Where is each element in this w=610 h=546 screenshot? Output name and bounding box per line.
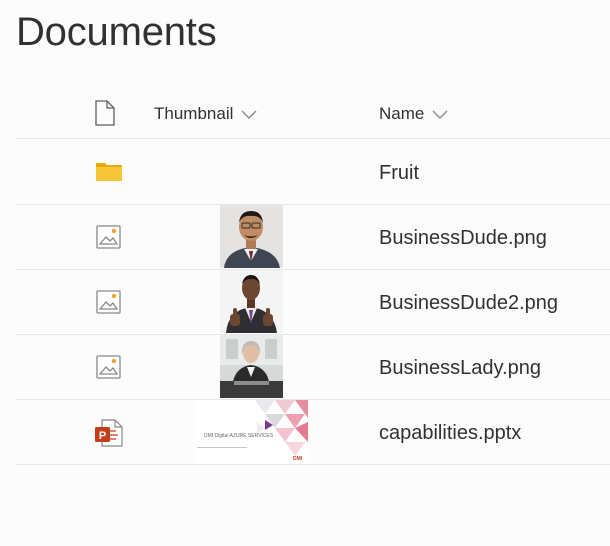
file-type-column-icon[interactable] xyxy=(94,100,116,126)
list-item-name[interactable]: Fruit xyxy=(379,162,419,185)
powerpoint-file-icon: P xyxy=(94,419,124,452)
column-header-name-label: Name xyxy=(379,104,425,123)
list-item-name[interactable]: BusinessLady.png xyxy=(379,357,541,380)
thumbnail-image[interactable]: DMI Digital AZURE SERVICES DMI xyxy=(195,400,308,463)
list-item-name[interactable]: BusinessDude2.png xyxy=(379,292,558,315)
list-item-name[interactable]: capabilities.pptx xyxy=(379,422,521,445)
list-item-image[interactable]: BusinessDude.png xyxy=(16,205,610,270)
folder-icon xyxy=(95,162,123,187)
list-item-image[interactable]: BusinessLady.png xyxy=(16,335,610,400)
pptx-thumbnail-heading: DMI Digital AZURE SERVICES xyxy=(204,433,274,439)
svg-text:P: P xyxy=(99,430,106,442)
list-item-name[interactable]: BusinessDude.png xyxy=(379,227,547,250)
column-header-name[interactable]: Name xyxy=(379,104,449,124)
chevron-down-icon xyxy=(432,110,448,119)
list-item-folder[interactable]: Fruit xyxy=(16,140,610,205)
column-header-thumbnail[interactable]: Thumbnail xyxy=(154,104,258,124)
image-file-icon xyxy=(96,225,121,254)
thumbnail-image[interactable] xyxy=(220,270,283,333)
column-header-row: Thumbnail Name xyxy=(16,92,610,139)
image-file-icon xyxy=(96,355,121,384)
image-file-icon xyxy=(96,290,121,319)
thumbnail-image[interactable] xyxy=(220,335,283,398)
pptx-thumbnail-logo: DMI xyxy=(293,456,303,462)
page-title: Documents xyxy=(16,10,217,54)
list-item-powerpoint[interactable]: P DMI Digital AZURE SERVICES DMI capabil… xyxy=(16,400,610,465)
list-item-image[interactable]: BusinessDude2.png xyxy=(16,270,610,335)
column-header-thumbnail-label: Thumbnail xyxy=(154,104,234,123)
thumbnail-image[interactable] xyxy=(220,205,283,268)
chevron-down-icon xyxy=(241,110,257,119)
